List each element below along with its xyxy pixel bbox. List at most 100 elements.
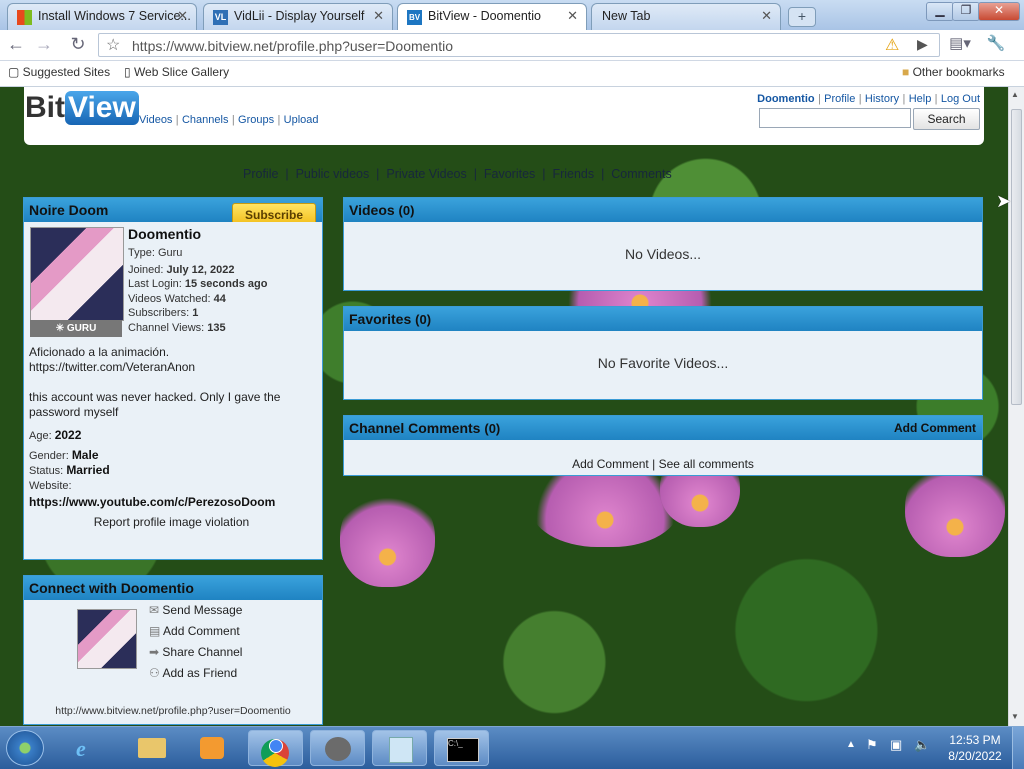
forward-button[interactable]: →: [32, 33, 56, 57]
action-center-flag-icon[interactable]: ⚑: [866, 737, 878, 753]
profile-nav-favorites[interactable]: Favorites: [484, 167, 535, 181]
favorites-panel: No Favorite Videos...: [344, 331, 982, 399]
display-name: Noire Doom: [29, 202, 109, 218]
warning-icon[interactable]: ⚠: [885, 35, 899, 55]
badge-label: GURU: [66, 323, 97, 334]
new-tab-button[interactable]: +: [788, 7, 816, 27]
raccoon-app-taskbar-icon[interactable]: [310, 730, 365, 766]
bookmark-label: Suggested Sites: [22, 65, 111, 79]
search-input[interactable]: [759, 108, 911, 128]
network-icon[interactable]: ▣: [890, 737, 902, 753]
clock[interactable]: 12:53 PM 8/20/2022: [944, 732, 1006, 764]
connect-title: Connect with Doomentio: [24, 576, 322, 600]
bookmark-suggested-sites[interactable]: ▢ Suggested Sites: [8, 65, 110, 79]
bookmark-other[interactable]: ■ Other bookmarks: [902, 65, 1005, 79]
bio-link[interactable]: https://twitter.com/VeteranAnon: [29, 360, 314, 375]
add-comment-header-link[interactable]: Add Comment: [894, 416, 976, 440]
user-link-profile[interactable]: Profile: [824, 93, 855, 105]
close-icon[interactable]: ✕: [761, 8, 772, 24]
address-bar[interactable]: ☆ https://www.bitview.net/profile.php?us…: [98, 33, 940, 57]
maximize-button[interactable]: ❐: [952, 2, 980, 21]
website-link[interactable]: https://www.youtube.com/c/PerezosoDoom: [29, 495, 314, 509]
page-menu-icon[interactable]: ▤▾: [948, 33, 972, 57]
media-player-taskbar-icon[interactable]: [186, 730, 241, 766]
report-link[interactable]: Report profile image violation: [29, 515, 314, 529]
avatar[interactable]: [30, 227, 124, 321]
back-button[interactable]: ←: [4, 33, 28, 57]
action-label: Share Channel: [162, 645, 243, 659]
explorer-taskbar-icon[interactable]: [124, 730, 179, 766]
bookmarks-bar: ▢ Suggested Sites ▯ Web Slice Gallery ■ …: [0, 61, 1024, 87]
profile-nav-comments[interactable]: Comments: [611, 167, 671, 181]
profile-url: http://www.bitview.net/profile.php?user=…: [55, 705, 291, 717]
start-button[interactable]: [6, 730, 44, 766]
profile-nav-public-videos[interactable]: Public videos: [296, 167, 370, 181]
close-icon[interactable]: ✕: [567, 8, 578, 24]
send-message-link[interactable]: ✉ Send Message: [149, 600, 242, 621]
avatar[interactable]: [77, 609, 137, 669]
user-link-logout[interactable]: Log Out: [941, 93, 980, 105]
play-icon[interactable]: ▶: [917, 36, 928, 53]
nav-groups[interactable]: Groups: [238, 114, 274, 126]
bio-line: Aficionado a la animación.: [29, 345, 170, 359]
nav-channels[interactable]: Channels: [182, 114, 228, 126]
website-label: Website:: [29, 480, 72, 492]
user-link-history[interactable]: History: [865, 93, 899, 105]
profile-nav-profile[interactable]: Profile: [243, 167, 278, 181]
user-link-username[interactable]: Doomentio: [757, 93, 814, 105]
chrome-taskbar-icon[interactable]: [248, 730, 303, 767]
star-icon[interactable]: ☆: [106, 35, 120, 55]
tab-title: Install Windows 7 Service...: [38, 9, 191, 23]
minimize-button[interactable]: ▁: [926, 2, 954, 21]
tab-vidlii[interactable]: VL VidLii - Display Yourself ✕: [203, 3, 393, 30]
tab-strip: Install Windows 7 Service... ✕ VL VidLii…: [0, 0, 1024, 30]
main-nav: Videos | Channels | Groups | Upload: [139, 114, 319, 126]
bio: Aficionado a la animación. https://twitt…: [29, 345, 314, 420]
channel-views-label: Channel Views:: [128, 321, 205, 334]
last-login-value: 15 seconds ago: [184, 278, 268, 290]
nav-upload[interactable]: Upload: [284, 114, 319, 126]
scroll-down-icon[interactable]: ▼: [1011, 712, 1019, 721]
see-all-comments-link[interactable]: See all comments: [659, 457, 754, 471]
videos-title: Videos: [349, 202, 395, 218]
tab-new[interactable]: New Tab ✕: [591, 3, 781, 30]
close-icon[interactable]: ✕: [373, 8, 384, 24]
show-desktop-button[interactable]: [1012, 727, 1024, 769]
notepad-taskbar-icon[interactable]: [372, 730, 427, 766]
page-scrollbar[interactable]: ▲ ▼: [1008, 87, 1024, 726]
comments-panel: Add Comment | See all comments: [344, 440, 982, 475]
videos-count: (0): [398, 203, 415, 218]
volume-muted-icon[interactable]: 🔈: [914, 737, 930, 753]
add-comment-link[interactable]: Add Comment: [572, 457, 649, 471]
cmd-taskbar-icon[interactable]: C:\_: [434, 730, 489, 766]
user-link-help[interactable]: Help: [909, 93, 932, 105]
profile-nav-private-videos[interactable]: Private Videos: [386, 167, 466, 181]
scroll-up-icon[interactable]: ▲: [1011, 90, 1019, 99]
close-icon[interactable]: ✕: [177, 8, 188, 24]
add-friend-link[interactable]: ⚇ Add as Friend: [149, 663, 242, 684]
show-hidden-icons[interactable]: ▲: [846, 739, 856, 750]
bookmark-web-slice-gallery[interactable]: ▯ Web Slice Gallery: [124, 65, 229, 79]
url-text[interactable]: https://www.bitview.net/profile.php?user…: [132, 38, 453, 54]
add-comment-link[interactable]: ▤ Add Comment: [149, 621, 242, 642]
profile-nav-friends[interactable]: Friends: [552, 167, 594, 181]
tab-bitview[interactable]: BV BitView - Doomentio ✕: [397, 3, 587, 30]
type-value: Guru: [157, 247, 183, 259]
clock-time: 12:53 PM: [949, 733, 1001, 747]
joined-label: Joined:: [128, 263, 164, 276]
tab-windows-install[interactable]: Install Windows 7 Service... ✕: [7, 3, 197, 30]
wrench-icon[interactable]: 🔧: [984, 33, 1008, 57]
bitview-icon: BV: [407, 10, 422, 25]
nav-videos[interactable]: Videos: [139, 114, 172, 126]
scroll-thumb[interactable]: [1011, 109, 1022, 405]
ie-taskbar-icon[interactable]: e: [62, 730, 117, 766]
share-channel-link[interactable]: ➡ Share Channel: [149, 642, 242, 663]
close-window-button[interactable]: ✕: [978, 2, 1020, 21]
videos-box: Videos (0) No Videos...: [343, 197, 983, 291]
reload-button[interactable]: ↻: [66, 33, 90, 57]
bitview-logo[interactable]: Bit View: [25, 91, 139, 125]
user-links: Doomentio | Profile | History | Help | L…: [757, 93, 980, 105]
search-button[interactable]: Search: [913, 108, 980, 130]
comments-count: (0): [484, 421, 501, 436]
gender-value: Male: [71, 448, 99, 462]
